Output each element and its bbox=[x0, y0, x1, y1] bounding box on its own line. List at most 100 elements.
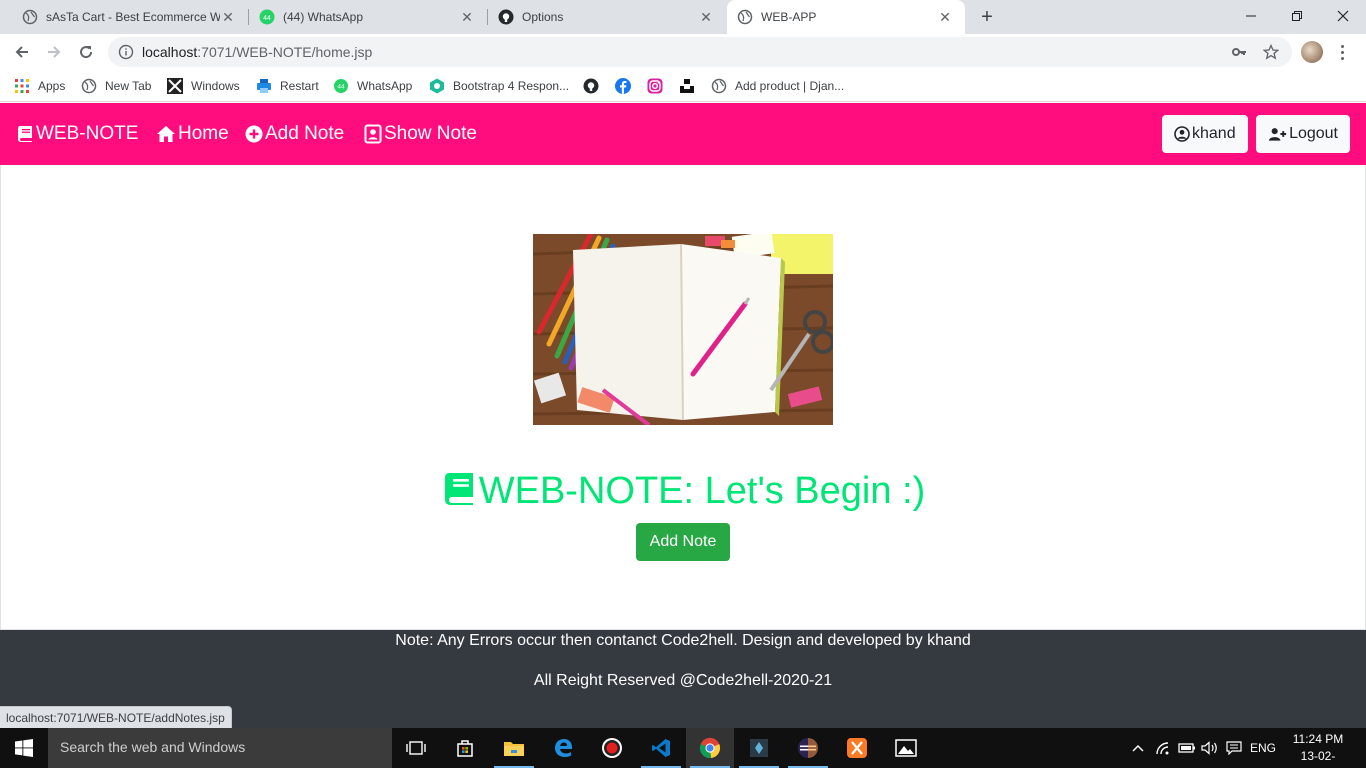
language-indicator[interactable]: ENG bbox=[1249, 740, 1277, 756]
close-icon bbox=[1337, 10, 1349, 22]
battery-icon[interactable] bbox=[1178, 740, 1196, 756]
bookmark-label: WhatsApp bbox=[357, 79, 413, 93]
logout-label: Logout bbox=[1289, 125, 1338, 142]
nav-show-note-label: Show Note bbox=[384, 123, 477, 144]
bookmark-label: Add product | Djan... bbox=[735, 79, 845, 93]
close-tab-icon[interactable]: ✕ bbox=[937, 9, 953, 25]
book-icon bbox=[444, 473, 473, 505]
close-window-button[interactable] bbox=[1320, 0, 1366, 32]
file-explorer-icon[interactable] bbox=[490, 728, 538, 768]
bookmark-add-product[interactable]: Add product | Djan... bbox=[711, 76, 844, 96]
nav-add-note[interactable]: Add Note bbox=[245, 121, 344, 147]
minimize-button[interactable] bbox=[1228, 0, 1274, 32]
tab-title: (44) WhatsApp bbox=[283, 10, 364, 24]
contact-card-icon bbox=[364, 124, 382, 144]
xampp-icon[interactable] bbox=[833, 728, 881, 768]
photos-icon[interactable] bbox=[882, 728, 930, 768]
chrome-icon[interactable] bbox=[686, 728, 734, 768]
forward-button[interactable] bbox=[42, 40, 66, 64]
bookmark-unsplash[interactable] bbox=[679, 76, 703, 96]
vscode-icon[interactable] bbox=[637, 728, 685, 768]
tab-web-app[interactable]: WEB-APP ✕ bbox=[727, 0, 965, 34]
whatsapp-icon: 44 bbox=[333, 78, 349, 94]
star-icon[interactable] bbox=[1262, 43, 1280, 61]
nav-add-note-label: Add Note bbox=[265, 123, 345, 144]
home-icon bbox=[157, 126, 175, 142]
address-bar[interactable]: localhost:7071/WEB-NOTE/home.jsp bbox=[108, 37, 1292, 67]
windows-x-icon bbox=[167, 78, 183, 94]
tab-sasta-cart[interactable]: sAsTa Cart - Best Ecommerce We ✕ bbox=[0, 0, 248, 34]
sublime-installer-icon[interactable] bbox=[735, 728, 783, 768]
user-button[interactable]: khand bbox=[1162, 115, 1248, 153]
edge-icon[interactable] bbox=[539, 728, 587, 768]
browser-tab-strip: sAsTa Cart - Best Ecommerce We ✕ 44 (44)… bbox=[0, 0, 1366, 34]
footer-note: Note: Any Errors occur then contanct Cod… bbox=[395, 632, 971, 649]
arrow-right-icon bbox=[48, 46, 61, 58]
bookmark-whatsapp[interactable]: 44 WhatsApp bbox=[333, 76, 412, 96]
bookmark-github[interactable] bbox=[583, 76, 607, 96]
page-viewport: WEB-NOTE Home Add Note Show Note khand L… bbox=[0, 103, 1366, 728]
reload-button[interactable] bbox=[74, 40, 98, 64]
profile-avatar[interactable] bbox=[1301, 41, 1323, 63]
hero-title: WEB-NOTE: Let's Begin :) bbox=[0, 470, 1366, 513]
clock-time: 11:24 PM bbox=[1292, 732, 1344, 746]
start-button[interactable] bbox=[0, 728, 48, 768]
printer-icon bbox=[256, 78, 272, 94]
new-tab-button[interactable]: + bbox=[977, 7, 997, 27]
volume-icon[interactable] bbox=[1201, 740, 1219, 756]
tab-title: WEB-APP bbox=[761, 10, 817, 24]
windows-logo-icon bbox=[15, 739, 33, 757]
bootstrap-icon bbox=[429, 78, 445, 94]
eclipse-icon[interactable] bbox=[784, 728, 832, 768]
back-button[interactable] bbox=[10, 40, 34, 64]
apps-grid-icon bbox=[14, 78, 30, 94]
tab-title: Options bbox=[522, 10, 564, 24]
store-icon[interactable] bbox=[441, 728, 489, 768]
info-icon[interactable] bbox=[118, 44, 134, 60]
bookmark-label: Bootstrap 4 Respon... bbox=[453, 79, 570, 93]
user-name: khand bbox=[1192, 125, 1236, 142]
taskbar-search[interactable]: Search the web and Windows bbox=[48, 728, 392, 768]
whatsapp-icon: 44 bbox=[259, 9, 275, 25]
wifi-icon[interactable] bbox=[1155, 740, 1171, 756]
bookmark-bootstrap[interactable]: Bootstrap 4 Respon... bbox=[429, 76, 569, 96]
brand-link[interactable]: WEB-NOTE bbox=[16, 121, 138, 147]
globe-icon bbox=[711, 78, 727, 94]
add-note-button[interactable]: Add Note bbox=[636, 523, 730, 561]
logout-button[interactable]: Logout bbox=[1256, 115, 1350, 153]
bookmark-facebook[interactable] bbox=[615, 76, 639, 96]
tab-whatsapp[interactable]: 44 (44) WhatsApp ✕ bbox=[249, 0, 487, 34]
whatsapp-badge: 44 bbox=[263, 15, 271, 22]
action-center-icon[interactable] bbox=[1225, 740, 1243, 756]
restore-button[interactable] bbox=[1274, 0, 1320, 32]
task-view-icon[interactable] bbox=[392, 728, 440, 768]
bookmark-label: Restart bbox=[280, 79, 319, 93]
close-tab-icon[interactable]: ✕ bbox=[220, 9, 236, 25]
bookmark-label: New Tab bbox=[105, 79, 152, 93]
bookmark-instagram[interactable] bbox=[647, 76, 671, 96]
brand-text: WEB-NOTE bbox=[36, 123, 139, 144]
restore-icon bbox=[1292, 11, 1302, 21]
bookmark-windows[interactable]: Windows bbox=[167, 76, 240, 96]
user-circle-icon bbox=[1174, 126, 1190, 142]
browser-toolbar: localhost:7071/WEB-NOTE/home.jsp bbox=[0, 34, 1366, 70]
chevron-up-icon[interactable] bbox=[1130, 740, 1146, 756]
clock-date: 13-02-2021 bbox=[1300, 749, 1336, 768]
tab-options[interactable]: Options ✕ bbox=[488, 0, 726, 34]
key-icon[interactable] bbox=[1230, 43, 1248, 61]
browser-menu-icon[interactable] bbox=[1336, 41, 1348, 63]
bookmark-apps[interactable]: Apps bbox=[14, 76, 65, 96]
bookmark-new-tab[interactable]: New Tab bbox=[81, 76, 151, 96]
bookmarks-bar: Apps New Tab Windows Restart 44 WhatsApp… bbox=[0, 70, 1366, 102]
close-tab-icon[interactable]: ✕ bbox=[698, 9, 714, 25]
close-tab-icon[interactable]: ✕ bbox=[459, 9, 475, 25]
bookmark-restart[interactable]: Restart bbox=[256, 76, 319, 96]
user-plus-icon bbox=[1268, 128, 1287, 141]
tab-title: sAsTa Cart - Best Ecommerce We bbox=[46, 10, 220, 24]
nav-home[interactable]: Home bbox=[156, 121, 229, 147]
screen-recorder-icon[interactable] bbox=[588, 728, 636, 768]
unsplash-icon bbox=[679, 78, 695, 94]
github-icon bbox=[498, 9, 514, 25]
nav-show-note[interactable]: Show Note bbox=[364, 121, 477, 147]
taskbar-clock[interactable]: 11:24 PM 13-02-2021 bbox=[1290, 731, 1346, 768]
